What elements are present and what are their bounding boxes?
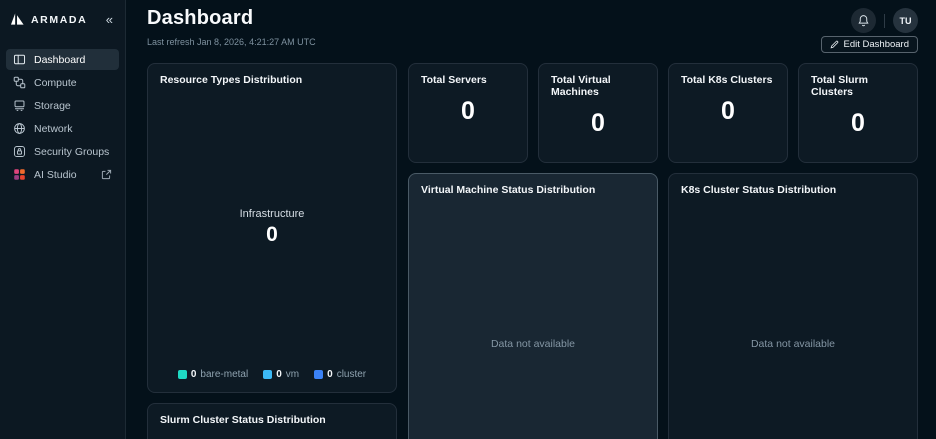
edit-dashboard-button[interactable]: Edit Dashboard xyxy=(821,36,918,53)
total-k8s-clusters-card: Total K8s Clusters 0 xyxy=(668,63,788,163)
user-avatar[interactable]: TU xyxy=(893,8,918,33)
armada-logo-icon xyxy=(10,12,25,27)
vm-status-distribution-card: Virtual Machine Status Distribution Data… xyxy=(408,173,658,439)
stat-value: 0 xyxy=(421,97,515,126)
legend-label: cluster xyxy=(337,369,366,380)
resource-center-value: 0 xyxy=(266,223,278,247)
sidebar-item-label: Dashboard xyxy=(34,54,112,66)
stats-row: Total Servers 0 Total Virtual Machines 0… xyxy=(408,63,918,163)
sidebar-item-label: Security Groups xyxy=(34,146,112,158)
notifications-bell-icon[interactable] xyxy=(851,8,876,33)
card-title: Total K8s Clusters xyxy=(681,74,775,86)
card-title: Slurm Cluster Status Distribution xyxy=(160,414,384,426)
sidebar-item-security-groups[interactable]: Security Groups xyxy=(6,141,119,162)
header-actions: TU xyxy=(851,8,918,33)
stat-value: 0 xyxy=(681,97,775,126)
main-header: Dashboard Last refresh Jan 8, 2026, 4:21… xyxy=(147,7,918,63)
storage-icon xyxy=(13,99,26,112)
card-title: Total Servers xyxy=(421,74,515,86)
resource-legend: 0 bare-metal 0 vm 0 cluster xyxy=(160,369,384,382)
k8s-status-distribution-card: K8s Cluster Status Distribution Data not… xyxy=(668,173,918,439)
card-title: Total Slurm Clusters xyxy=(811,74,905,98)
security-lock-icon xyxy=(13,145,26,158)
edit-dashboard-label: Edit Dashboard xyxy=(844,39,909,50)
dashboard-icon xyxy=(13,53,26,66)
sidebar: ARMADA « Dashboard Compute Storage Netw xyxy=(0,0,126,439)
sidebar-item-label: Network xyxy=(34,123,112,135)
main-content: Dashboard Last refresh Jan 8, 2026, 4:21… xyxy=(126,0,936,439)
sidebar-item-compute[interactable]: Compute xyxy=(6,72,119,93)
legend-label: vm xyxy=(286,369,299,380)
page-title: Dashboard xyxy=(147,7,918,30)
legend-value: 0 xyxy=(191,369,197,380)
left-column: Resource Types Distribution Infrastructu… xyxy=(147,63,397,439)
slurm-cluster-status-card: Slurm Cluster Status Distribution xyxy=(147,403,397,439)
legend-value: 0 xyxy=(327,369,333,380)
card-title: Virtual Machine Status Distribution xyxy=(421,184,645,196)
resource-types-distribution-card: Resource Types Distribution Infrastructu… xyxy=(147,63,397,393)
legend-swatch xyxy=(314,370,323,379)
card-title: K8s Cluster Status Distribution xyxy=(681,184,905,196)
charts-row: Virtual Machine Status Distribution Data… xyxy=(408,173,918,439)
total-virtual-machines-card: Total Virtual Machines 0 xyxy=(538,63,658,163)
legend-item-vm[interactable]: 0 vm xyxy=(263,369,299,380)
last-refresh-text: Last refresh Jan 8, 2026, 4:21:27 AM UTC xyxy=(147,37,918,47)
sidebar-item-label: Compute xyxy=(34,77,112,89)
total-servers-card: Total Servers 0 xyxy=(408,63,528,163)
card-title: Total Virtual Machines xyxy=(551,74,645,98)
brand-name: ARMADA xyxy=(31,14,98,26)
stat-value: 0 xyxy=(551,109,645,138)
ai-studio-icon xyxy=(13,168,26,181)
sidebar-item-ai-studio[interactable]: AI Studio xyxy=(6,164,119,185)
card-title: Resource Types Distribution xyxy=(160,74,384,86)
sidebar-item-label: Storage xyxy=(34,100,112,112)
sidebar-nav: Dashboard Compute Storage Network Securi… xyxy=(0,49,125,185)
sidebar-item-dashboard[interactable]: Dashboard xyxy=(6,49,119,70)
external-link-icon xyxy=(101,169,112,180)
legend-item-cluster[interactable]: 0 cluster xyxy=(314,369,366,380)
legend-item-bare-metal[interactable]: 0 bare-metal xyxy=(178,369,248,380)
empty-state-text: Data not available xyxy=(421,196,645,439)
network-globe-icon xyxy=(13,122,26,135)
legend-label: bare-metal xyxy=(200,369,248,380)
sidebar-item-label: AI Studio xyxy=(34,169,93,181)
dashboard-grid: Resource Types Distribution Infrastructu… xyxy=(147,63,918,439)
sidebar-item-storage[interactable]: Storage xyxy=(6,95,119,116)
legend-swatch xyxy=(263,370,272,379)
compute-icon xyxy=(13,76,26,89)
total-slurm-clusters-card: Total Slurm Clusters 0 xyxy=(798,63,918,163)
pencil-icon xyxy=(830,40,839,49)
header-divider xyxy=(884,14,885,28)
resource-center-label: Infrastructure xyxy=(240,208,305,220)
empty-state-text: Data not available xyxy=(681,196,905,439)
sidebar-item-network[interactable]: Network xyxy=(6,118,119,139)
right-column: Total Servers 0 Total Virtual Machines 0… xyxy=(408,63,918,439)
sidebar-header: ARMADA « xyxy=(0,0,125,37)
legend-value: 0 xyxy=(276,369,282,380)
stat-value: 0 xyxy=(811,109,905,138)
sidebar-collapse-icon[interactable]: « xyxy=(104,13,115,26)
legend-swatch xyxy=(178,370,187,379)
resource-chart-center: Infrastructure 0 xyxy=(160,86,384,369)
